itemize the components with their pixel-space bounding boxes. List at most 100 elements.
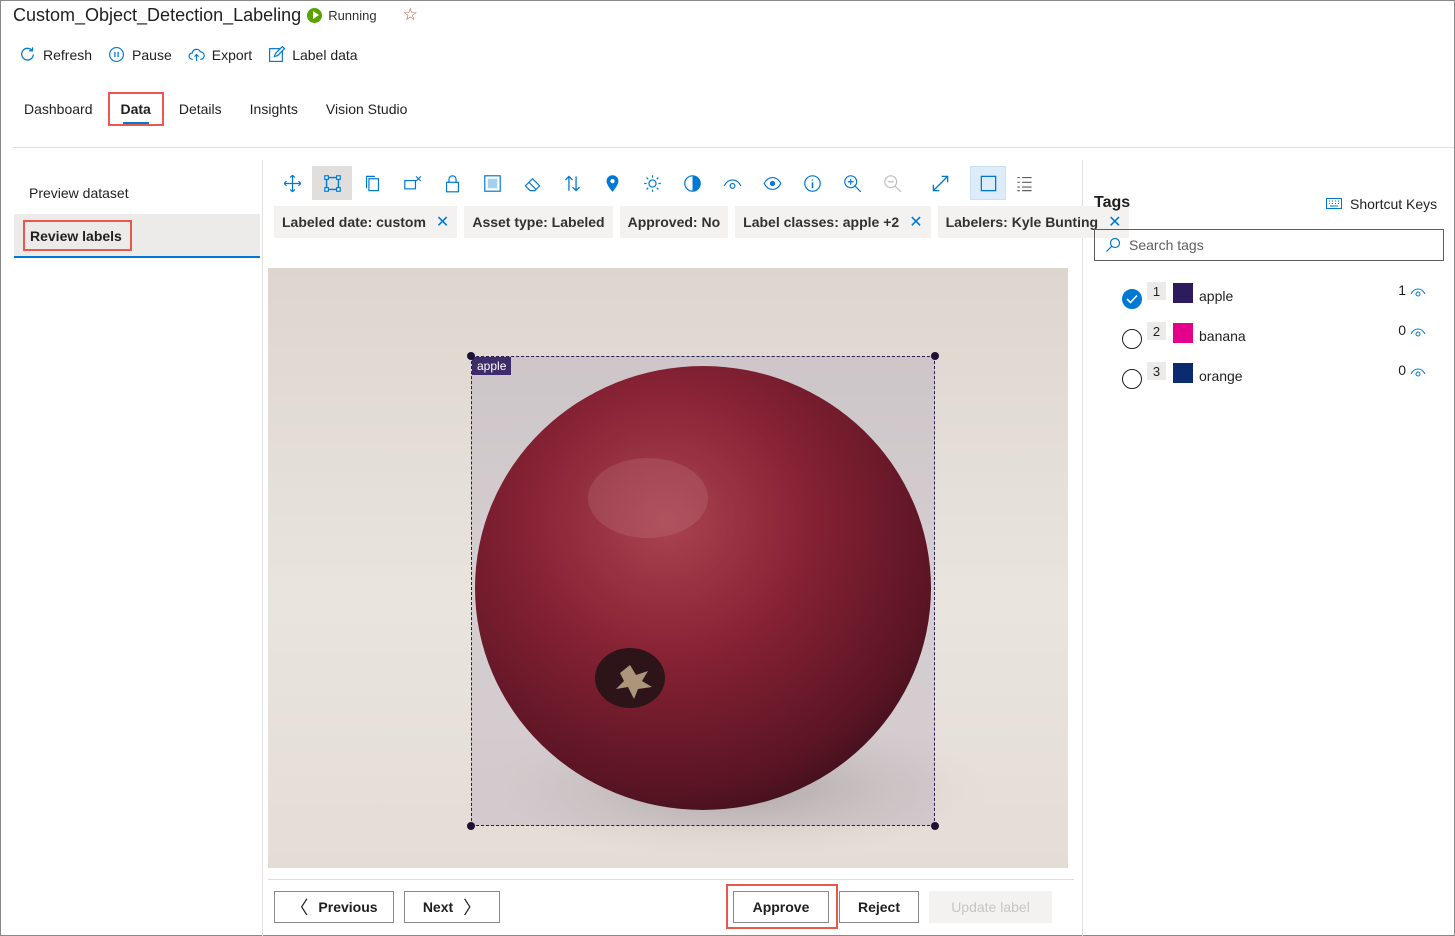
- refresh-button[interactable]: Refresh: [19, 46, 92, 63]
- tag-radio[interactable]: [1122, 369, 1142, 389]
- chevron-left-icon: 〈: [290, 898, 309, 918]
- canvas-divider: [268, 879, 1074, 880]
- edit-icon: [269, 46, 286, 62]
- refresh-icon: [21, 47, 34, 61]
- eye-icon[interactable]: [1410, 286, 1426, 298]
- remove-box-icon[interactable]: [392, 166, 432, 200]
- resize-handle[interactable]: [467, 822, 475, 830]
- shortcut-keys-label: Shortcut Keys: [1350, 196, 1438, 212]
- update-label-text: Update label: [951, 899, 1030, 915]
- eye-icon[interactable]: [1410, 326, 1426, 338]
- nav-review-labels[interactable]: Review labels: [14, 214, 260, 258]
- next-button[interactable]: Next 〉: [404, 891, 500, 923]
- title-row: Custom_Object_Detection_Labeling Running…: [13, 4, 418, 26]
- label-data-button[interactable]: Label data: [268, 46, 358, 63]
- nav-preview-label: Preview dataset: [29, 185, 129, 201]
- tag-radio-checked[interactable]: [1122, 289, 1142, 309]
- info-icon[interactable]: [792, 166, 832, 200]
- running-icon: [307, 7, 323, 23]
- rectangle-select-icon[interactable]: [312, 166, 352, 200]
- export-button[interactable]: Export: [188, 46, 252, 63]
- zoom-in-icon[interactable]: [832, 166, 872, 200]
- tag-color-swatch: [1173, 323, 1193, 343]
- filter-chip-approved: Approved: No: [619, 206, 729, 238]
- tab-dashboard[interactable]: Dashboard: [13, 92, 104, 126]
- close-icon[interactable]: ✕: [909, 212, 922, 232]
- pin-icon[interactable]: [592, 166, 632, 200]
- command-bar: Refresh Pause Export Label data: [19, 46, 358, 63]
- star-icon[interactable]: ☆: [403, 5, 418, 25]
- right-divider: [1082, 160, 1083, 936]
- single-view-icon[interactable]: [970, 166, 1006, 200]
- tab-vision-studio[interactable]: Vision Studio: [315, 92, 418, 126]
- previous-label: Previous: [318, 899, 378, 915]
- left-nav: Preview dataset Review labels: [14, 172, 260, 258]
- brightness-icon[interactable]: [632, 166, 672, 200]
- next-label: Next: [422, 899, 454, 915]
- tags-title: Tags: [1094, 194, 1131, 211]
- sort-icon[interactable]: [552, 166, 592, 200]
- resize-handle[interactable]: [931, 352, 939, 360]
- filter-chip-label: Labeled date: custom: [282, 214, 426, 230]
- eye-icon[interactable]: [1410, 366, 1426, 378]
- bounding-box[interactable]: apple: [467, 352, 939, 830]
- checkmark-icon: [1126, 294, 1138, 304]
- tag-shortcut-key: 3: [1147, 362, 1166, 380]
- tag-name: orange: [1199, 368, 1243, 384]
- approve-button[interactable]: Approve: [733, 891, 829, 923]
- list-view-icon[interactable]: [1008, 166, 1040, 200]
- tag-shortcut-key: 2: [1147, 322, 1166, 340]
- zoom-out-icon[interactable]: [872, 166, 912, 200]
- resize-handle[interactable]: [931, 822, 939, 830]
- filter-chip-label: Labelers: Kyle Bunting: [945, 214, 1099, 230]
- cloud-export-icon: [188, 48, 205, 61]
- resize-handle[interactable]: [467, 352, 475, 360]
- contrast-icon[interactable]: [672, 166, 712, 200]
- tag-row-banana[interactable]: 2 banana 0: [1122, 322, 1428, 349]
- filter-chip-label: Approved: No: [627, 214, 721, 230]
- search-input[interactable]: [1129, 237, 1429, 253]
- tab-data[interactable]: Data: [107, 92, 164, 126]
- bounding-box-label: apple: [472, 357, 512, 375]
- filter-chips: Labeled date: custom ✕ Asset type: Label…: [274, 206, 1130, 238]
- search-tags: [1094, 229, 1444, 261]
- hide-icon[interactable]: [712, 166, 752, 200]
- pause-button[interactable]: Pause: [108, 46, 172, 63]
- header-divider: [13, 147, 1454, 148]
- copy-icon[interactable]: [352, 166, 392, 200]
- filter-chip-label: Label classes: apple +2: [743, 214, 900, 230]
- keyboard-icon: [1326, 198, 1342, 209]
- close-icon[interactable]: ✕: [436, 212, 449, 232]
- approve-label: Approve: [752, 899, 810, 915]
- tab-details[interactable]: Details: [168, 92, 233, 126]
- show-icon[interactable]: [752, 166, 792, 200]
- page-title: Custom_Object_Detection_Labeling: [13, 4, 302, 25]
- status-text: Running: [328, 7, 377, 23]
- eraser-icon[interactable]: [512, 166, 552, 200]
- filter-chip-date: Labeled date: custom ✕: [274, 206, 458, 238]
- shortcut-keys-button[interactable]: Shortcut Keys: [1326, 196, 1437, 212]
- reject-label: Reject: [857, 899, 901, 915]
- tag-radio[interactable]: [1122, 329, 1142, 349]
- lock-icon[interactable]: [432, 166, 472, 200]
- nav-preview-dataset[interactable]: Preview dataset: [14, 172, 260, 214]
- tab-insights[interactable]: Insights: [239, 92, 309, 126]
- tag-row-apple[interactable]: 1 apple 1: [1122, 282, 1428, 309]
- tag-row-orange[interactable]: 3 orange 0: [1122, 362, 1428, 389]
- tag-shortcut-key: 1: [1147, 282, 1166, 300]
- filter-chip-label-classes: Label classes: apple +2 ✕: [735, 206, 931, 238]
- fit-icon[interactable]: [920, 166, 960, 200]
- previous-button[interactable]: 〈 Previous: [274, 891, 394, 923]
- move-icon[interactable]: [272, 166, 312, 200]
- filter-chip-asset-type: Asset type: Labeled: [464, 206, 613, 238]
- left-divider: [262, 160, 263, 936]
- tag-color-swatch: [1173, 283, 1193, 303]
- pause-label: Pause: [132, 46, 172, 63]
- region-icon[interactable]: [472, 166, 512, 200]
- image-canvas[interactable]: apple: [268, 268, 1068, 868]
- reject-button[interactable]: Reject: [839, 891, 919, 923]
- update-label-button[interactable]: Update label: [929, 891, 1052, 923]
- search-icon: [1106, 237, 1121, 252]
- filter-chip-label: Asset type: Labeled: [472, 214, 605, 230]
- chevron-right-icon: 〉: [463, 898, 482, 918]
